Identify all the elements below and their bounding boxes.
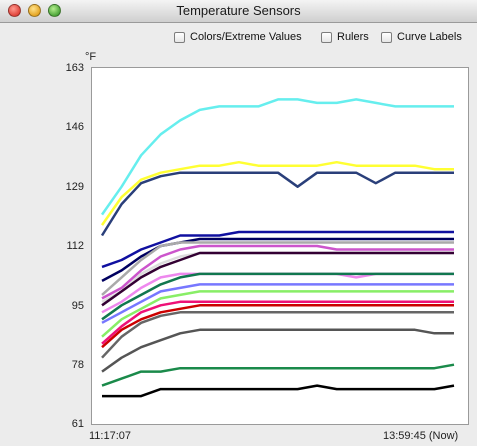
title-bar[interactable]: Temperature Sensors	[0, 0, 477, 23]
sensor-series-line-3	[100, 171, 454, 237]
colors-extreme-values-checkbox[interactable]	[174, 31, 185, 43]
window-title: Temperature Sensors	[176, 3, 301, 18]
y-tick-label: 146	[65, 121, 84, 133]
display-options: Colors/Extreme Values Rulers Curve Label…	[0, 31, 477, 47]
y-tick-label: 129	[65, 181, 84, 193]
y-tick-label: 61	[71, 418, 84, 430]
colors-extreme-values-label: Colors/Extreme Values	[190, 31, 302, 43]
y-tick-label: 112	[66, 240, 84, 252]
sensor-series-line-14	[101, 300, 454, 345]
colors-extreme-values-option[interactable]: Colors/Extreme Values	[174, 31, 302, 43]
sensor-series-line-17	[101, 328, 454, 373]
rulers-option[interactable]: Rulers	[321, 31, 369, 43]
curve-labels-checkbox[interactable]	[381, 31, 392, 43]
temperature-chart	[100, 98, 455, 398]
sensor-series-line-18	[101, 363, 455, 387]
curve-labels-label: Curve Labels	[397, 31, 462, 43]
rulers-checkbox[interactable]	[321, 31, 332, 43]
y-tick-label: 78	[71, 359, 84, 371]
y-tick-label: 163	[65, 62, 84, 74]
temperature-sensors-window: Temperature Sensors Colors/Extreme Value…	[0, 0, 477, 446]
sensor-series-line-16	[101, 311, 454, 359]
x-start-time-label: 11:17:07	[89, 430, 132, 442]
sensor-series-line-19	[102, 384, 455, 398]
rulers-label: Rulers	[337, 31, 369, 43]
x-end-time-label: 13:59:45 (Now)	[383, 430, 459, 442]
curve-labels-option[interactable]: Curve Labels	[381, 31, 462, 43]
sensor-series-line-1	[100, 98, 454, 216]
plot-area[interactable]	[91, 67, 469, 425]
y-tick-label: 95	[71, 300, 84, 312]
unit-label: °F	[85, 51, 97, 63]
